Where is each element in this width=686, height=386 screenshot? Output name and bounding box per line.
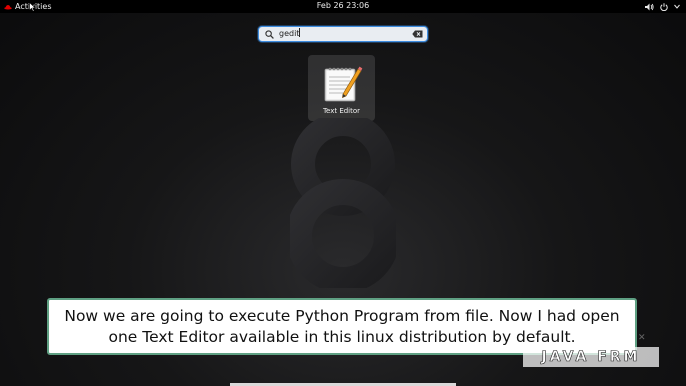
text-caret <box>299 28 301 37</box>
backspace-clear-icon[interactable] <box>412 30 423 38</box>
desktop-screen: Activities Feb 26 23:06 gedit <box>0 0 686 386</box>
search-icon <box>265 30 274 39</box>
search-input[interactable]: gedit <box>279 28 301 40</box>
app-result-text-editor[interactable]: Text Editor <box>308 55 375 121</box>
wallpaper-eight-graphic <box>290 118 396 288</box>
volume-icon[interactable] <box>645 3 654 11</box>
close-icon: ✕ <box>638 333 646 343</box>
system-tray[interactable] <box>645 1 680 12</box>
text-editor-icon <box>324 66 363 102</box>
top-bar: Activities Feb 26 23:06 <box>0 0 686 13</box>
search-field[interactable]: gedit <box>258 26 428 42</box>
watermark-logo: JAVA FRM <box>523 347 659 367</box>
clock[interactable]: Feb 26 23:06 <box>0 1 686 10</box>
search-input-text: gedit <box>279 29 300 38</box>
chevron-down-icon[interactable] <box>674 4 680 9</box>
power-icon[interactable] <box>660 2 668 11</box>
app-result-label: Text Editor <box>322 107 361 115</box>
caption-text: Now we are going to execute Python Progr… <box>64 306 620 346</box>
